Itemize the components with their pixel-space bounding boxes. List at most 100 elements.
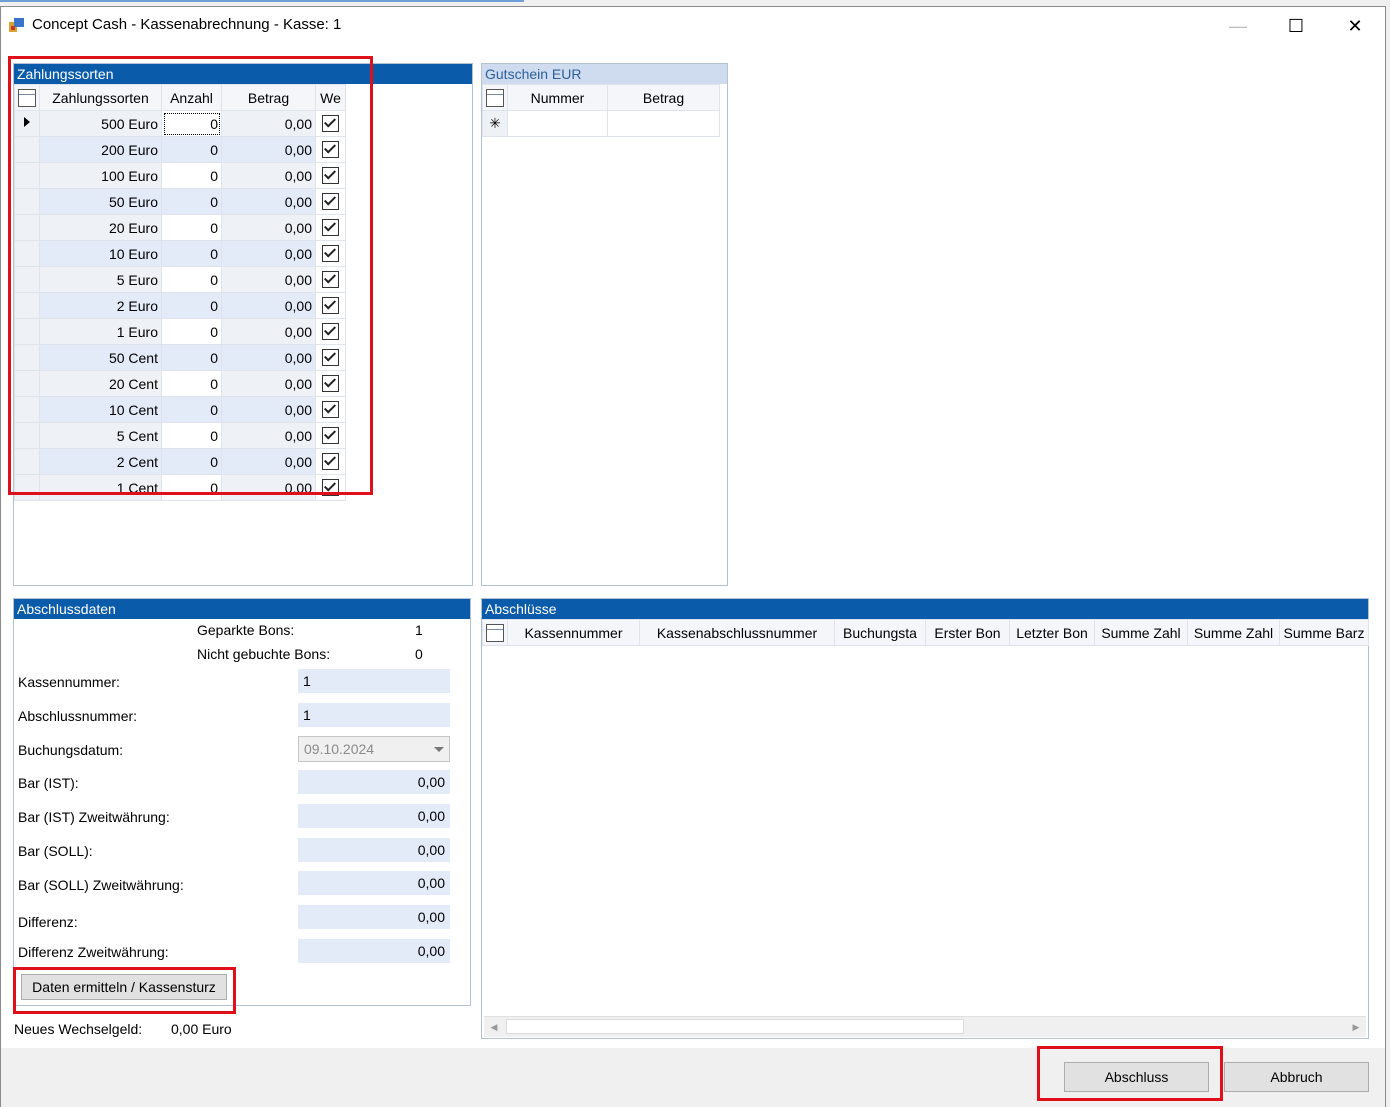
- row-header[interactable]: [14, 448, 40, 475]
- table-row[interactable]: 10 Cent 0 0,00: [14, 396, 346, 423]
- checkbox-checked-icon[interactable]: [322, 167, 339, 185]
- we-cell[interactable]: [315, 396, 346, 423]
- grid-settings-icon[interactable]: [486, 623, 504, 642]
- row-header[interactable]: [14, 474, 40, 501]
- anzahl-cell[interactable]: 0: [161, 266, 222, 293]
- column-header-betrag[interactable]: Betrag: [607, 84, 720, 111]
- checkbox-checked-icon[interactable]: [322, 427, 339, 445]
- grid-corner[interactable]: [14, 84, 40, 111]
- table-row[interactable]: 2 Cent 0 0,00: [14, 448, 346, 475]
- row-header[interactable]: [14, 344, 40, 371]
- checkbox-checked-icon[interactable]: [322, 453, 339, 471]
- grid-corner[interactable]: [482, 619, 508, 646]
- abschluss-button[interactable]: Abschluss: [1064, 1062, 1209, 1092]
- new-row-betrag-cell[interactable]: [607, 110, 720, 137]
- table-row[interactable]: 200 Euro 0 0,00: [14, 136, 346, 163]
- checkbox-checked-icon[interactable]: [322, 349, 339, 367]
- column-header-summe-zahl-2[interactable]: Summe Zahl: [1187, 619, 1280, 646]
- column-header-letzter-bon[interactable]: Letzter Bon: [1009, 619, 1095, 646]
- minimize-icon[interactable]: —: [1215, 12, 1261, 40]
- anzahl-cell[interactable]: 0: [161, 240, 222, 267]
- column-header-nummer[interactable]: Nummer: [507, 84, 608, 111]
- column-header-summe-barz[interactable]: Summe Barz: [1279, 619, 1369, 646]
- column-header-we[interactable]: We: [315, 84, 346, 111]
- column-header-summe-zahl-1[interactable]: Summe Zahl: [1094, 619, 1188, 646]
- we-cell[interactable]: [315, 344, 346, 371]
- table-row[interactable]: 100 Euro 0 0,00: [14, 162, 346, 189]
- we-cell[interactable]: [315, 110, 346, 137]
- row-header[interactable]: [14, 266, 40, 293]
- we-cell[interactable]: [315, 162, 346, 189]
- checkbox-checked-icon[interactable]: [322, 245, 339, 263]
- row-header[interactable]: [14, 370, 40, 397]
- we-cell[interactable]: [315, 136, 346, 163]
- we-cell[interactable]: [315, 474, 346, 501]
- column-header-erster-bon[interactable]: Erster Bon: [925, 619, 1010, 646]
- anzahl-cell[interactable]: 0: [161, 136, 222, 163]
- column-header-kassenabschlussnummer[interactable]: Kassenabschlussnummer: [639, 619, 835, 646]
- buchungsdatum-dropdown[interactable]: 09.10.2024: [298, 736, 450, 762]
- abschlussnummer-field[interactable]: 1: [298, 703, 450, 727]
- gutschein-grid[interactable]: Nummer Betrag ✳: [482, 84, 720, 137]
- current-row-indicator-icon[interactable]: [14, 110, 40, 137]
- bar-soll-zweitwaehrung-field[interactable]: 0,00: [298, 871, 450, 895]
- row-header[interactable]: [14, 240, 40, 267]
- checkbox-checked-icon[interactable]: [322, 141, 339, 159]
- we-cell[interactable]: [315, 240, 346, 267]
- anzahl-cell[interactable]: 0: [161, 318, 222, 345]
- we-cell[interactable]: [315, 318, 346, 345]
- kassennummer-field[interactable]: 1: [298, 669, 450, 693]
- bar-soll-field[interactable]: 0,00: [298, 838, 450, 862]
- new-row-icon[interactable]: ✳: [482, 110, 508, 137]
- scroll-left-icon[interactable]: ◀: [486, 1019, 502, 1035]
- checkbox-checked-icon[interactable]: [322, 401, 339, 419]
- column-header-anzahl[interactable]: Anzahl: [161, 84, 222, 111]
- new-row-nummer-cell[interactable]: [507, 110, 608, 137]
- maximize-icon[interactable]: ☐: [1273, 12, 1319, 40]
- anzahl-cell[interactable]: 0: [161, 344, 222, 371]
- table-row[interactable]: 10 Euro 0 0,00: [14, 240, 346, 267]
- close-icon[interactable]: ✕: [1332, 12, 1378, 40]
- row-header[interactable]: [14, 318, 40, 345]
- we-cell[interactable]: [315, 370, 346, 397]
- column-header-kassennummer[interactable]: Kassennummer: [507, 619, 640, 646]
- checkbox-checked-icon[interactable]: [322, 115, 339, 133]
- anzahl-cell[interactable]: 0: [161, 448, 222, 475]
- anzahl-cell[interactable]: 0: [161, 162, 222, 189]
- table-row[interactable]: 50 Euro 0 0,00: [14, 188, 346, 215]
- chevron-down-icon[interactable]: [434, 747, 444, 752]
- we-cell[interactable]: [315, 188, 346, 215]
- differenz-field[interactable]: 0,00: [298, 905, 450, 929]
- daten-ermitteln-button[interactable]: Daten ermitteln / Kassensturz: [21, 974, 227, 1000]
- anzahl-cell[interactable]: 0: [161, 214, 222, 241]
- checkbox-checked-icon[interactable]: [322, 297, 339, 315]
- row-header[interactable]: [14, 422, 40, 449]
- grid-corner[interactable]: [482, 84, 508, 111]
- table-row[interactable]: 1 Euro 0 0,00: [14, 318, 346, 345]
- table-row[interactable]: 1 Cent 0 0,00: [14, 474, 346, 501]
- anzahl-cell[interactable]: 0: [161, 188, 222, 215]
- column-header-zahlungssorten[interactable]: Zahlungssorten: [39, 84, 162, 111]
- anzahl-cell[interactable]: 0: [161, 110, 222, 137]
- checkbox-checked-icon[interactable]: [322, 271, 339, 289]
- table-row[interactable]: 500 Euro 0 0,00: [14, 110, 346, 137]
- checkbox-checked-icon[interactable]: [322, 375, 339, 393]
- abschluesse-horizontal-scrollbar[interactable]: ◀ ▶: [484, 1016, 1366, 1037]
- row-header[interactable]: [14, 136, 40, 163]
- row-header[interactable]: [14, 396, 40, 423]
- row-header[interactable]: [14, 188, 40, 215]
- abschluesse-grid[interactable]: Kassennummer Kassenabschlussnummer Buchu…: [482, 619, 1369, 646]
- anzahl-cell[interactable]: 0: [161, 370, 222, 397]
- column-header-betrag[interactable]: Betrag: [221, 84, 316, 111]
- scrollbar-thumb[interactable]: [506, 1019, 964, 1034]
- grid-settings-icon[interactable]: [18, 88, 36, 107]
- checkbox-checked-icon[interactable]: [322, 479, 339, 497]
- table-row[interactable]: 50 Cent 0 0,00: [14, 344, 346, 371]
- table-row[interactable]: 2 Euro 0 0,00: [14, 292, 346, 319]
- zahlungssorten-grid[interactable]: Zahlungssorten Anzahl Betrag We 500 Euro…: [14, 84, 346, 501]
- checkbox-checked-icon[interactable]: [322, 323, 339, 341]
- table-row[interactable]: 20 Cent 0 0,00: [14, 370, 346, 397]
- table-row[interactable]: 20 Euro 0 0,00: [14, 214, 346, 241]
- anzahl-cell[interactable]: 0: [161, 474, 222, 501]
- we-cell[interactable]: [315, 422, 346, 449]
